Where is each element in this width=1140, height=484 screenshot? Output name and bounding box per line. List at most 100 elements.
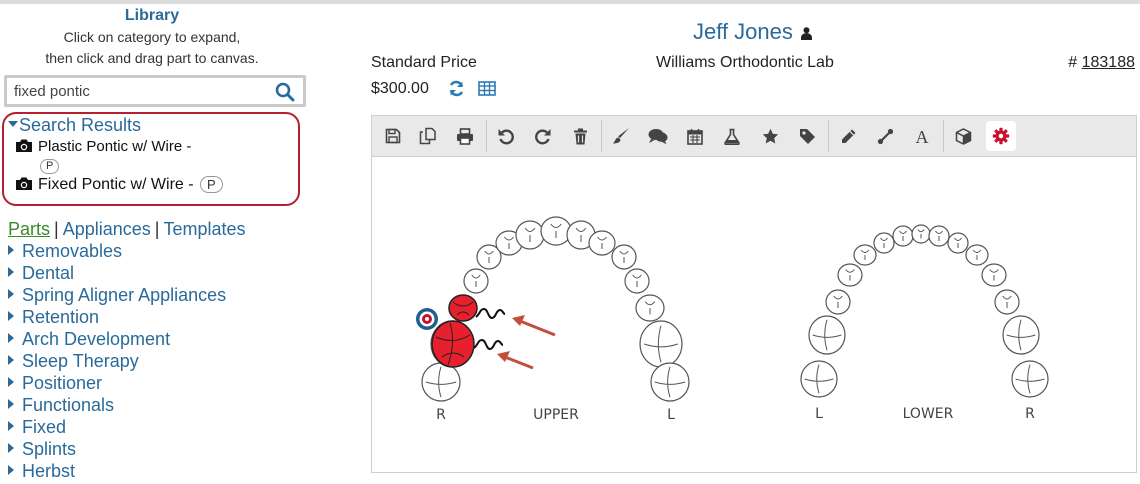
library-help-line1: Click on category to expand,: [63, 29, 241, 45]
editor-toolbar: A: [371, 115, 1137, 157]
library-help-line2: then click and drag part to canvas.: [45, 50, 259, 66]
pencil-icon[interactable]: [833, 121, 863, 151]
copy-icon[interactable]: [413, 121, 443, 151]
tooth[interactable]: [650, 362, 690, 402]
text-icon[interactable]: A: [907, 121, 937, 151]
category-herbst[interactable]: Herbst: [8, 461, 226, 483]
price-badge[interactable]: P: [200, 176, 223, 193]
category-arch-development[interactable]: Arch Development: [8, 329, 226, 351]
connector-icon[interactable]: [870, 121, 900, 151]
svg-text:A: A: [916, 128, 929, 145]
toolbar-divider: [486, 120, 487, 152]
tab-parts[interactable]: Parts: [8, 219, 50, 239]
price-label: Standard Price: [371, 54, 477, 71]
caret-right-icon: [8, 245, 14, 255]
toolbar-divider: [601, 120, 602, 152]
category-label: Splints: [22, 439, 77, 459]
arrow-annotation[interactable]: [497, 351, 534, 370]
tab-templates[interactable]: Templates: [163, 219, 245, 239]
upper-right-label: R: [436, 407, 446, 423]
caret-right-icon: [8, 289, 14, 299]
category-label: Retention: [22, 307, 100, 327]
category-splints[interactable]: Splints: [8, 439, 226, 461]
tab-appliances[interactable]: Appliances: [63, 219, 151, 239]
search-results-toggle[interactable]: Search Results: [8, 115, 141, 136]
category-spring-aligner[interactable]: Spring Aligner Appliances: [8, 285, 226, 307]
flask-icon[interactable]: [717, 121, 747, 151]
table-icon[interactable]: [478, 81, 496, 101]
tab-separator: |: [54, 219, 59, 239]
category-sleep-therapy[interactable]: Sleep Therapy: [8, 351, 226, 373]
category-label: Spring Aligner Appliances: [22, 285, 227, 305]
category-positioner[interactable]: Positioner: [8, 373, 226, 395]
category-fixed[interactable]: Fixed: [8, 417, 226, 439]
price-badge[interactable]: P: [40, 159, 60, 174]
category-label: Dental: [22, 263, 75, 283]
tooth[interactable]: [639, 320, 683, 368]
camera-icon[interactable]: [15, 176, 33, 196]
category-label: Removables: [22, 241, 123, 261]
category-list: Removables Dental Spring Aligner Applian…: [8, 241, 226, 483]
result-item-plastic-pontic[interactable]: Plastic Pontic w/ Wire -: [15, 138, 191, 157]
tooth[interactable]: [421, 362, 461, 402]
save-icon[interactable]: [378, 121, 408, 151]
price-value: $300.00: [371, 80, 429, 97]
search-results-panel: Search Results Plastic Pontic w/ Wire - …: [2, 112, 300, 206]
caret-right-icon: [8, 465, 14, 475]
library-panel: Library Click on category to expand, the…: [0, 4, 310, 484]
gear-icon[interactable]: [986, 121, 1016, 151]
case-prefix: #: [1068, 54, 1078, 71]
design-canvas[interactable]: R UPPER L L LOWER R: [371, 157, 1137, 473]
fixed-pontic-part[interactable]: [431, 294, 506, 368]
calendar-icon[interactable]: [680, 121, 710, 151]
lower-left-label: L: [815, 406, 823, 422]
category-label: Sleep Therapy: [22, 351, 139, 371]
camera-icon[interactable]: [15, 138, 33, 157]
trash-icon[interactable]: [565, 121, 595, 151]
library-title: Library: [124, 7, 180, 24]
user-icon: [801, 27, 812, 45]
case-number: # 183188: [1068, 54, 1135, 72]
undo-icon[interactable]: [491, 121, 521, 151]
toolbar-divider: [828, 120, 829, 152]
category-functionals[interactable]: Functionals: [8, 395, 226, 417]
category-label: Functionals: [22, 395, 115, 415]
caret-right-icon: [8, 377, 14, 387]
search-input[interactable]: [14, 81, 270, 101]
caret-right-icon: [8, 355, 14, 365]
tooth[interactable]: [800, 360, 838, 398]
caret-right-icon: [8, 267, 14, 277]
brush-icon[interactable]: [606, 121, 636, 151]
category-label: Herbst: [22, 461, 76, 481]
tooth[interactable]: [1002, 315, 1040, 355]
print-icon[interactable]: [450, 121, 480, 151]
redo-icon[interactable]: [528, 121, 558, 151]
comments-icon[interactable]: [643, 121, 673, 151]
category-retention[interactable]: Retention: [8, 307, 226, 329]
library-tabs: Parts | Appliances | Templates: [8, 219, 246, 240]
caret-right-icon: [8, 333, 14, 343]
search-icon[interactable]: [275, 82, 295, 102]
patient-name[interactable]: Jeff Jones: [693, 19, 793, 45]
arrow-annotation[interactable]: [512, 315, 556, 337]
refresh-icon[interactable]: [448, 80, 465, 102]
result-item-fixed-pontic[interactable]: Fixed Pontic w/ Wire - P: [15, 176, 223, 196]
case-number-link[interactable]: 183188: [1082, 54, 1135, 71]
upper-arch-label: UPPER: [533, 407, 579, 423]
lower-arch: [800, 224, 1049, 398]
caret-right-icon: [8, 399, 14, 409]
cube-icon[interactable]: [948, 121, 978, 151]
tag-icon[interactable]: [792, 121, 822, 151]
tab-separator: |: [154, 219, 160, 239]
tooth[interactable]: [1011, 360, 1049, 398]
star-icon[interactable]: [755, 121, 785, 151]
tooth[interactable]: [808, 315, 846, 355]
category-label: Fixed: [22, 417, 67, 437]
category-dental[interactable]: Dental: [8, 263, 226, 285]
caret-right-icon: [8, 421, 14, 431]
upper-left-label: L: [667, 407, 675, 423]
library-search: [4, 75, 306, 107]
part-settings-icon[interactable]: [416, 308, 438, 330]
caret-right-icon: [8, 443, 14, 453]
category-removables[interactable]: Removables: [8, 241, 226, 263]
